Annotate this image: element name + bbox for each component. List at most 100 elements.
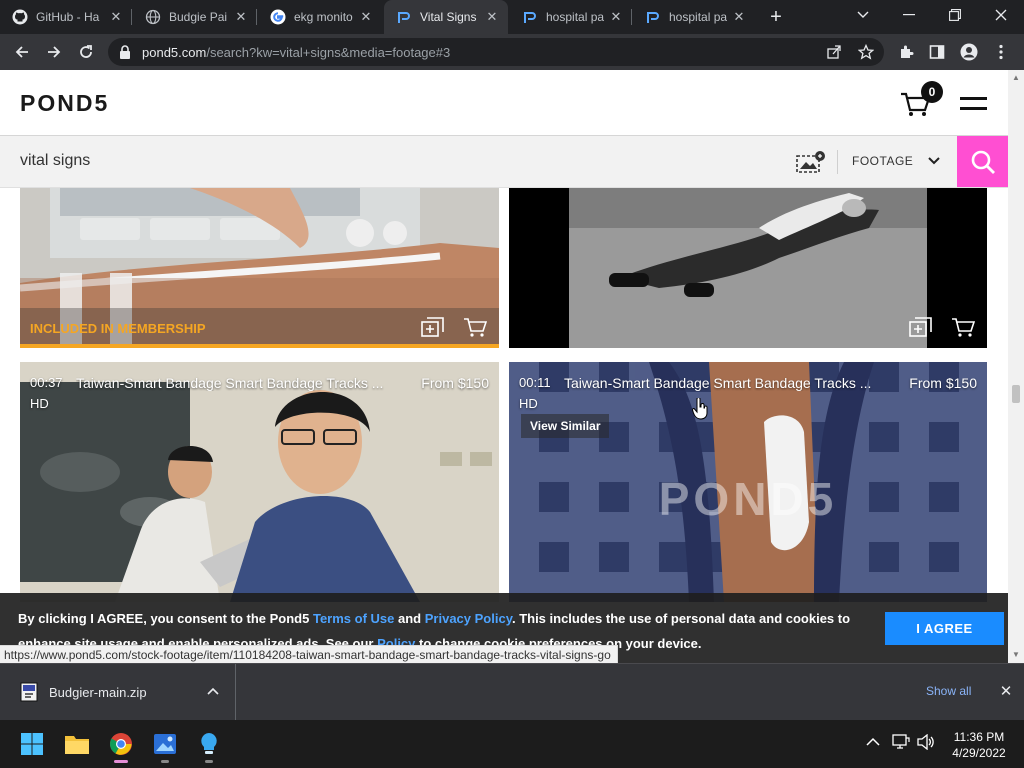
tab-title: ekg monito: [294, 10, 353, 24]
restore-button[interactable]: [932, 0, 978, 30]
download-shelf: Budgier-main.zip Show all ✕: [0, 663, 1024, 720]
side-panel-icon[interactable]: [923, 38, 951, 66]
i-agree-button[interactable]: I AGREE: [885, 612, 1004, 645]
chevron-up-icon[interactable]: [866, 734, 880, 750]
tab-title: hospital pa: [546, 10, 604, 24]
tab-separator: [256, 9, 257, 25]
browser-tab-strip: GitHub - Ha ✕ Budgie Pai ✕ ekg monito ✕ …: [0, 0, 1024, 34]
media-type-label: FOOTAGE: [852, 154, 914, 168]
back-button[interactable]: [8, 38, 36, 66]
minimize-button[interactable]: [886, 0, 932, 30]
tab-title: hospital pa: [669, 10, 727, 24]
scroll-down-arrow-icon[interactable]: ▼: [1011, 650, 1021, 660]
globe-icon: [145, 9, 161, 25]
network-icon[interactable]: [892, 734, 910, 753]
share-icon[interactable]: [824, 42, 844, 62]
hand-cursor-icon: [692, 398, 708, 420]
menu-icon[interactable]: [960, 97, 987, 111]
video-thumbnail: [20, 362, 499, 602]
add-to-cart-icon[interactable]: [463, 316, 487, 338]
add-to-collection-icon[interactable]: [909, 316, 933, 338]
lock-icon[interactable]: [118, 44, 132, 60]
add-to-collection-icon[interactable]: [421, 316, 445, 338]
privacy-policy-link[interactable]: Privacy Policy: [425, 611, 512, 626]
image-search-icon[interactable]: [796, 150, 826, 174]
clip-duration: 00:37: [30, 375, 63, 390]
bookmark-star-icon[interactable]: [856, 42, 876, 62]
tab-hospital-2[interactable]: hospital pa ✕: [633, 0, 755, 34]
add-to-cart-icon[interactable]: [951, 316, 975, 338]
tab-github[interactable]: GitHub - Ha ✕: [0, 0, 132, 34]
search-input[interactable]: [20, 152, 620, 170]
divider: [837, 150, 838, 174]
browser-toolbar: pond5.com/search?kw=vital+signs&media=fo…: [0, 34, 1024, 70]
cart-count-badge: 0: [921, 81, 943, 103]
photos-app-icon[interactable]: [149, 728, 181, 763]
close-window-button[interactable]: [978, 0, 1024, 30]
result-card-top-right[interactable]: [509, 188, 987, 348]
close-icon[interactable]: ✕: [484, 9, 500, 25]
clock-date: 4/29/2022: [952, 746, 1006, 760]
close-icon[interactable]: ✕: [358, 9, 374, 25]
windows-taskbar: 11:36 PM 4/29/2022: [0, 720, 1024, 768]
tab-search-icon[interactable]: [840, 0, 886, 30]
tab-separator: [131, 9, 132, 25]
tab-title: Budgie Pai: [169, 10, 228, 24]
file-explorer-icon[interactable]: [61, 728, 93, 760]
close-icon[interactable]: ✕: [998, 683, 1014, 700]
tab-vital-signs[interactable]: Vital Signs ✕: [384, 0, 508, 34]
chevron-up-icon[interactable]: [205, 683, 221, 699]
close-icon[interactable]: ✕: [233, 9, 249, 25]
membership-badge: INCLUDED IN MEMBERSHIP: [30, 321, 206, 336]
membership-underline: [20, 344, 499, 348]
terms-of-use-link[interactable]: Terms of Use: [313, 611, 394, 626]
github-icon: [12, 9, 28, 25]
clip-title[interactable]: Taiwan-Smart Bandage Smart Bandage Track…: [564, 375, 882, 391]
page-scrollbar[interactable]: ▲ ▼: [1008, 70, 1024, 663]
forward-button[interactable]: [40, 38, 68, 66]
result-card-top-left[interactable]: INCLUDED IN MEMBERSHIP: [20, 188, 499, 348]
clip-price: From $150: [421, 375, 489, 391]
close-icon[interactable]: ✕: [731, 9, 747, 25]
address-bar[interactable]: pond5.com/search?kw=vital+signs&media=fo…: [108, 38, 884, 66]
close-icon[interactable]: ✕: [608, 9, 624, 25]
media-type-dropdown[interactable]: FOOTAGE: [852, 154, 941, 168]
volume-icon[interactable]: [917, 733, 935, 753]
chrome-menu-icon[interactable]: [987, 38, 1015, 66]
result-card-bottom-right[interactable]: 00:11 Taiwan-Smart Bandage Smart Bandage…: [509, 362, 987, 602]
page-viewport: INCLUDED IN MEMBERSHIP 00:37 Taiwan-Smar…: [0, 70, 1024, 663]
pond5-logo[interactable]: POND5: [20, 90, 109, 117]
search-button[interactable]: [957, 136, 1008, 187]
download-item[interactable]: Budgier-main.zip: [0, 664, 236, 720]
active-app-indicator: [114, 760, 128, 763]
show-all-downloads-link[interactable]: Show all: [926, 684, 971, 698]
reload-button[interactable]: [72, 38, 100, 66]
tab-budgie[interactable]: Budgie Pai ✕: [133, 0, 257, 34]
tab-title: GitHub - Ha: [36, 10, 100, 24]
tab-ekg[interactable]: ekg monito ✕: [258, 0, 382, 34]
system-clock[interactable]: 11:36 PM 4/29/2022: [944, 729, 1014, 761]
scrollbar-thumb[interactable]: [1012, 385, 1020, 403]
profile-avatar-icon[interactable]: [955, 38, 983, 66]
search-icon: [971, 150, 995, 174]
view-similar-button[interactable]: View Similar: [521, 414, 610, 438]
card-actions: [909, 316, 975, 338]
running-app-indicator: [205, 760, 213, 763]
new-tab-button[interactable]: +: [764, 5, 788, 29]
close-icon[interactable]: ✕: [108, 9, 124, 25]
clip-quality: HD: [30, 396, 49, 411]
extensions-icon[interactable]: [892, 38, 920, 66]
tips-app-icon[interactable]: [193, 728, 225, 763]
result-card-bottom-left[interactable]: 00:37 Taiwan-Smart Bandage Smart Bandage…: [20, 362, 499, 602]
site-search-bar: FOOTAGE: [0, 136, 1008, 188]
download-file-name: Budgier-main.zip: [49, 685, 147, 700]
clip-title[interactable]: Taiwan-Smart Bandage Smart Bandage Track…: [76, 375, 394, 391]
scroll-up-arrow-icon[interactable]: ▲: [1011, 73, 1021, 83]
running-app-indicator: [161, 760, 169, 763]
tab-hospital-1[interactable]: hospital pa ✕: [510, 0, 632, 34]
url-path: /search?kw=vital+signs&media=footage#3: [206, 45, 451, 60]
pond5-watermark: POND5: [658, 473, 838, 525]
chrome-icon[interactable]: [105, 728, 137, 763]
pond5-icon: [396, 9, 412, 25]
windows-start-icon[interactable]: [16, 728, 48, 760]
